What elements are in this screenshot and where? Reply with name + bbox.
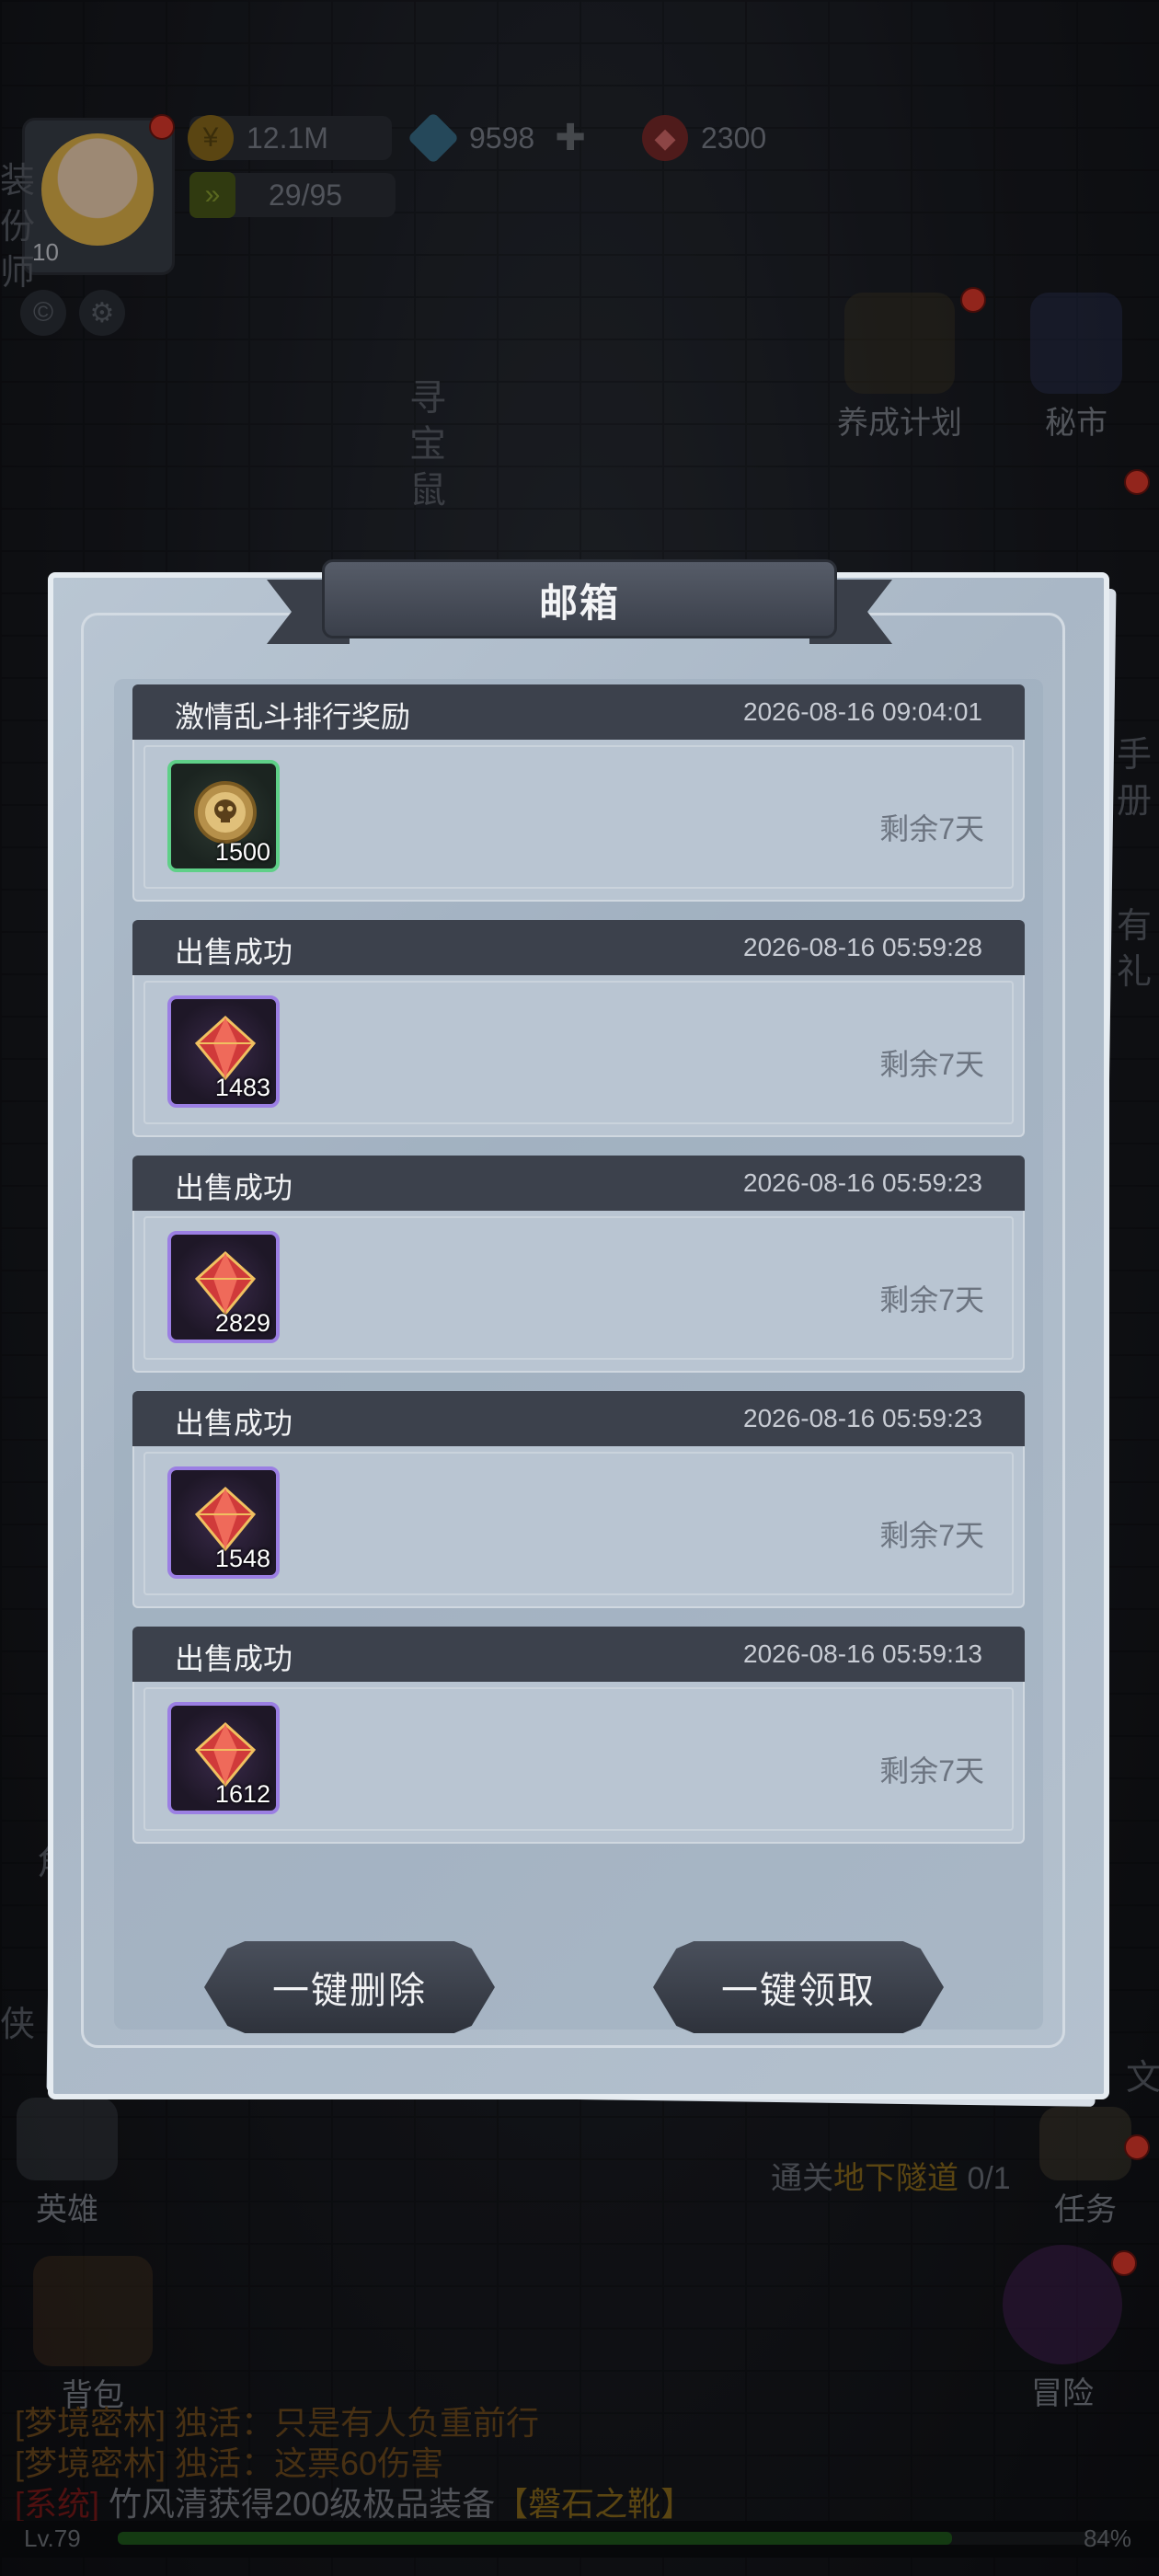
claim-all-button[interactable]: 一键领取	[653, 1941, 944, 2033]
mail-header: 出售成功 2026-08-16 05:59:23	[132, 1391, 1025, 1446]
mail-remaining: 剩余7天	[879, 1283, 984, 1317]
mail-remaining: 剩余7天	[879, 812, 984, 845]
mail-time: 2026-08-16 05:59:23	[743, 1404, 982, 1432]
mail-body: 2829 剩余7天	[132, 1211, 1025, 1373]
mail-header: 出售成功 2026-08-16 05:59:28	[132, 920, 1025, 975]
mail-title: 出售成功	[175, 936, 293, 969]
mail-attachment[interactable]: 1548	[167, 1466, 280, 1579]
mail-time: 2026-08-16 09:04:01	[743, 697, 982, 726]
mail-attachment[interactable]: 1483	[167, 995, 280, 1108]
attachment-quantity: 1548	[214, 1545, 270, 1572]
attachment-quantity: 1500	[214, 838, 270, 866]
mail-header: 出售成功 2026-08-16 05:59:23	[132, 1156, 1025, 1211]
mail-time: 2026-08-16 05:59:28	[743, 933, 982, 961]
mail-item[interactable]: 出售成功 2026-08-16 05:59:23 1548 剩余7天	[132, 1391, 1025, 1612]
mail-header: 激情乱斗排行奖励 2026-08-16 09:04:01	[132, 684, 1025, 740]
mail-attachment[interactable]: 1612	[167, 1702, 280, 1814]
title-ribbon: 邮箱	[267, 550, 892, 650]
mail-title: 出售成功	[175, 1642, 293, 1675]
mail-attachment[interactable]: 2829	[167, 1231, 280, 1343]
mail-title: 激情乱斗排行奖励	[175, 700, 411, 733]
claim-all-label: 一键领取	[721, 1971, 876, 2011]
mail-item[interactable]: 出售成功 2026-08-16 05:59:13 1612 剩余7天	[132, 1627, 1025, 1847]
mail-body: 1483 剩余7天	[132, 975, 1025, 1137]
mail-body: 1612 剩余7天	[132, 1682, 1025, 1844]
mail-time: 2026-08-16 05:59:23	[743, 1168, 982, 1197]
mail-time: 2026-08-16 05:59:13	[743, 1639, 982, 1668]
mail-title: 出售成功	[175, 1171, 293, 1204]
attachment-quantity: 1483	[214, 1074, 270, 1101]
mail-remaining: 剩余7天	[879, 1754, 984, 1788]
delete-all-label: 一键删除	[272, 1971, 427, 2011]
mail-item[interactable]: 出售成功 2026-08-16 05:59:28 1483 剩余7天	[132, 920, 1025, 1141]
attachment-quantity: 2829	[214, 1309, 270, 1337]
mail-body: 1548 剩余7天	[132, 1446, 1025, 1608]
mail-item[interactable]: 出售成功 2026-08-16 05:59:23 2829 剩余7天	[132, 1156, 1025, 1376]
attachment-quantity: 1612	[214, 1780, 270, 1808]
mail-remaining: 剩余7天	[879, 1519, 984, 1552]
mail-title: 出售成功	[175, 1407, 293, 1440]
mail-remaining: 剩余7天	[879, 1048, 984, 1081]
mail-header: 出售成功 2026-08-16 05:59:13	[132, 1627, 1025, 1682]
mail-body: 1500 剩余7天	[132, 740, 1025, 902]
mail-attachment[interactable]: 1500	[167, 760, 280, 872]
mailbox-title: 邮箱	[538, 581, 620, 625]
delete-all-button[interactable]: 一键删除	[204, 1941, 495, 2033]
mailbox-dialog: 邮箱 激情乱斗排行奖励 2026-08-16 09:04:01 1500 剩余7…	[46, 559, 1117, 2107]
mail-item[interactable]: 激情乱斗排行奖励 2026-08-16 09:04:01 1500 剩余7天	[132, 684, 1025, 905]
